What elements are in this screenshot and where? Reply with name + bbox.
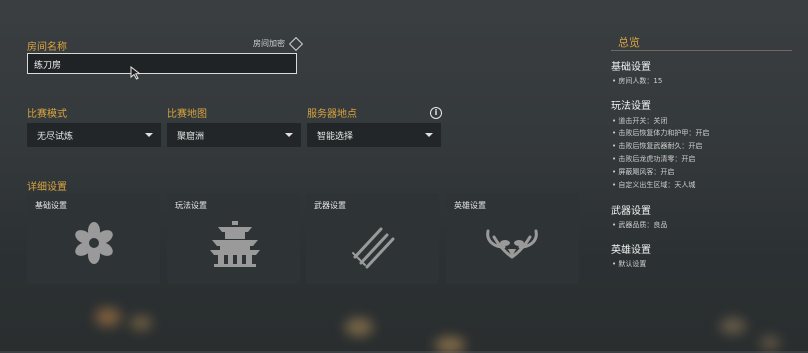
lantern-glow: [720, 318, 746, 334]
room-encrypt-label: 房间加密: [253, 39, 285, 48]
summary-item: • 击败后恢复体力和护甲：开启: [612, 129, 710, 137]
server-location-label: 服务器地点: [307, 109, 357, 120]
summary-weapon-heading: 武器设置: [611, 206, 651, 217]
match-mode-dropdown[interactable]: 无尽试炼: [27, 123, 161, 147]
swords-icon: [352, 227, 395, 269]
caret-down-icon: [425, 133, 433, 137]
room-name-input[interactable]: 练刀房: [27, 53, 297, 74]
summary-title: 总览: [618, 36, 640, 49]
gameplay-settings-card[interactable]: 玩法设置: [167, 193, 300, 284]
card-title: 武器设置: [314, 201, 346, 210]
lantern-glow: [95, 308, 121, 326]
hero-settings-card[interactable]: 英雄设置: [446, 193, 579, 284]
summary-item: • 击败后龙虎功清零：开启: [612, 155, 696, 163]
weapon-settings-card[interactable]: 武器设置: [306, 193, 439, 284]
detail-settings-label: 详细设置: [27, 182, 67, 193]
pavilion-icon: [210, 221, 260, 267]
match-map-dropdown[interactable]: 聚窟洲: [167, 123, 301, 147]
lantern-glow: [760, 336, 780, 350]
summary-divider: [611, 50, 792, 51]
match-map-label: 比赛地图: [167, 109, 207, 120]
basic-settings-card[interactable]: 基础设置: [27, 193, 160, 284]
summary-basic-heading: 基础设置: [611, 62, 651, 73]
card-title: 英雄设置: [454, 201, 486, 210]
summary-item: • 屏蔽飓风客：开启: [612, 168, 675, 176]
flower-icon: [75, 222, 113, 264]
summary-item: • 房间人数：15: [612, 77, 663, 85]
server-location-value: 智能选择: [317, 132, 354, 142]
summary-item: • 自定义出生区域：天人城: [612, 181, 696, 189]
caret-down-icon: [285, 133, 293, 137]
summary-item: • 击败后恢复武器耐久：开启: [612, 142, 703, 150]
info-icon[interactable]: i: [430, 107, 442, 119]
card-title: 基础设置: [35, 201, 67, 210]
match-mode-label: 比赛模式: [27, 109, 67, 120]
mask-icon: [486, 229, 538, 259]
lantern-glow: [130, 316, 152, 330]
diamond-icon: [288, 36, 304, 51]
mouse-cursor-icon: [130, 66, 141, 80]
summary-hero-heading: 英雄设置: [611, 245, 651, 256]
caret-down-icon: [145, 133, 153, 137]
lantern-glow: [345, 318, 373, 336]
room-name-label: 房间名称: [27, 42, 67, 53]
room-encrypt-toggle[interactable]: 房间加密: [253, 36, 304, 51]
server-location-dropdown[interactable]: 智能选择: [307, 123, 441, 147]
summary-item: • 默认设置: [612, 260, 647, 268]
match-mode-value: 无尽试炼: [37, 132, 74, 142]
match-map-value: 聚窟洲: [177, 132, 205, 142]
summary-item: • 武器品质：良品: [612, 221, 668, 229]
summary-item: • 道击开关：关闭: [612, 117, 668, 125]
card-title: 玩法设置: [175, 201, 207, 210]
summary-gameplay-heading: 玩法设置: [611, 101, 651, 112]
